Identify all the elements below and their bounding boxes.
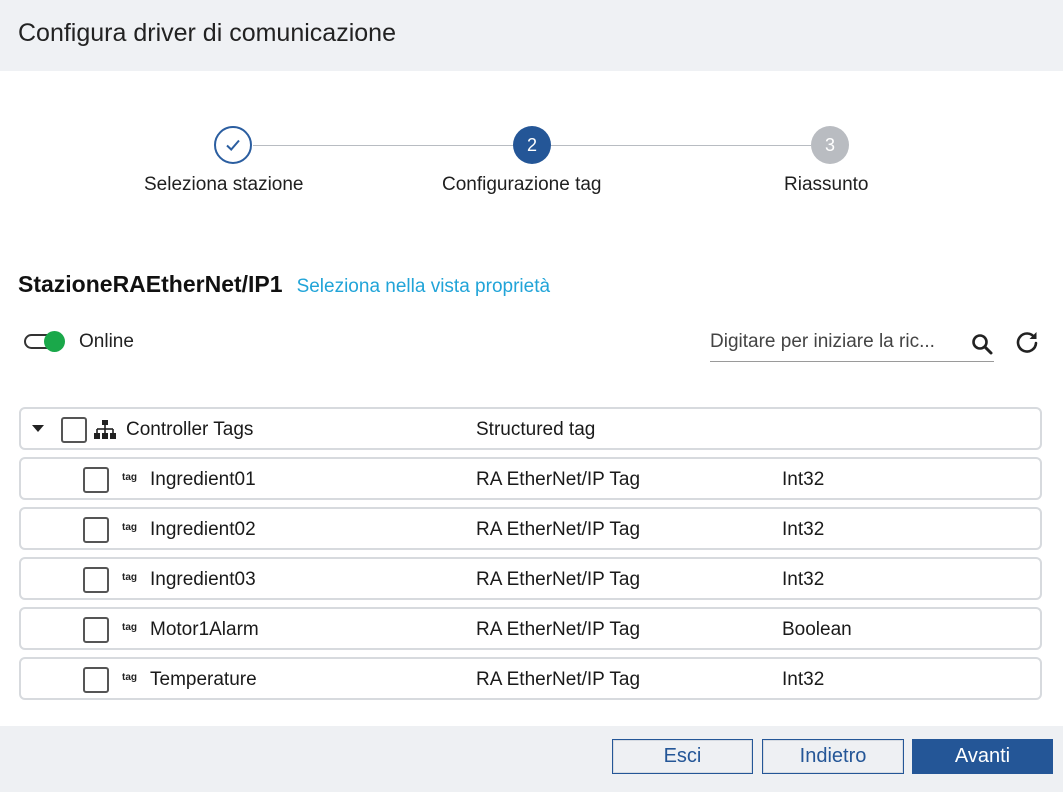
dialog-header: Configura driver di comunicazione bbox=[0, 0, 1063, 71]
table-row[interactable]: tag Ingredient01 RA EtherNet/IP Tag Int3… bbox=[19, 457, 1042, 500]
step-3-label: Riassunto bbox=[784, 174, 869, 195]
row-checkbox[interactable] bbox=[61, 417, 87, 443]
tree-root-row[interactable]: Controller Tags Structured tag bbox=[19, 407, 1042, 450]
table-row[interactable]: tag Temperature RA EtherNet/IP Tag Int32 bbox=[19, 657, 1042, 700]
station-name: StazioneRAEtherNet/IP1 bbox=[18, 271, 283, 297]
table-row[interactable]: tag Ingredient03 RA EtherNet/IP Tag Int3… bbox=[19, 557, 1042, 600]
structure-tree-icon bbox=[94, 420, 116, 439]
step-3-number: 3 bbox=[824, 134, 835, 155]
step-1-label: Seleziona stazione bbox=[144, 174, 304, 195]
select-in-properties-link[interactable]: Seleziona nella vista proprietà bbox=[297, 276, 551, 298]
exit-button[interactable]: Esci bbox=[612, 739, 753, 774]
row-checkbox[interactable] bbox=[83, 667, 109, 693]
step-2-indicator: 2 bbox=[513, 126, 551, 164]
tag-name: Ingredient03 bbox=[150, 569, 256, 590]
search-input[interactable] bbox=[710, 326, 966, 358]
row-checkbox[interactable] bbox=[83, 467, 109, 493]
tag-icon: tag bbox=[122, 622, 137, 633]
table-row[interactable]: tag Ingredient02 RA EtherNet/IP Tag Int3… bbox=[19, 507, 1042, 550]
station-header: StazioneRAEtherNet/IP1 Seleziona nella v… bbox=[18, 271, 550, 298]
tag-datatype: Int32 bbox=[782, 469, 825, 490]
root-name: Controller Tags bbox=[126, 419, 254, 440]
step-connector bbox=[551, 145, 811, 146]
tag-type: RA EtherNet/IP Tag bbox=[476, 519, 641, 540]
wizard-stepper: Seleziona stazione 2 Configurazione tag … bbox=[0, 110, 1063, 220]
tag-icon: tag bbox=[122, 572, 137, 583]
step-3-indicator: 3 bbox=[811, 126, 849, 164]
tag-type: RA EtherNet/IP Tag bbox=[476, 469, 641, 490]
toggle-knob bbox=[44, 331, 65, 352]
online-label: Online bbox=[79, 331, 134, 352]
back-button[interactable]: Indietro bbox=[762, 739, 904, 774]
tag-name: Ingredient02 bbox=[150, 519, 256, 540]
online-toggle[interactable] bbox=[24, 331, 65, 352]
tag-name: Temperature bbox=[150, 669, 257, 690]
step-2-number: 2 bbox=[526, 134, 537, 155]
table-row[interactable]: tag Motor1Alarm RA EtherNet/IP Tag Boole… bbox=[19, 607, 1042, 650]
tag-name: Motor1Alarm bbox=[150, 619, 259, 640]
tag-icon: tag bbox=[122, 522, 137, 533]
tag-type: RA EtherNet/IP Tag bbox=[476, 619, 641, 640]
dialog-footer: Esci Indietro Avanti bbox=[0, 726, 1063, 792]
dialog-title: Configura driver di comunicazione bbox=[18, 19, 396, 47]
root-type: Structured tag bbox=[476, 419, 596, 440]
check-icon bbox=[226, 139, 240, 151]
search-icon[interactable] bbox=[970, 332, 994, 356]
tag-icon: tag bbox=[122, 672, 137, 683]
tag-icon: tag bbox=[122, 472, 137, 483]
tag-datatype: Int32 bbox=[782, 569, 825, 590]
tag-type: RA EtherNet/IP Tag bbox=[476, 569, 641, 590]
step-2-label: Configurazione tag bbox=[442, 174, 602, 195]
tag-datatype: Boolean bbox=[782, 619, 852, 640]
tag-datatype: Int32 bbox=[782, 669, 825, 690]
row-checkbox[interactable] bbox=[83, 617, 109, 643]
collapse-caret-icon[interactable] bbox=[32, 425, 44, 432]
step-1-indicator bbox=[214, 126, 252, 164]
refresh-icon[interactable] bbox=[1014, 329, 1040, 355]
row-checkbox[interactable] bbox=[83, 567, 109, 593]
row-checkbox[interactable] bbox=[83, 517, 109, 543]
tag-datatype: Int32 bbox=[782, 519, 825, 540]
tag-type: RA EtherNet/IP Tag bbox=[476, 669, 641, 690]
next-button[interactable]: Avanti bbox=[912, 739, 1053, 774]
tag-name: Ingredient01 bbox=[150, 469, 256, 490]
step-connector bbox=[253, 145, 513, 146]
search-box bbox=[710, 326, 994, 362]
